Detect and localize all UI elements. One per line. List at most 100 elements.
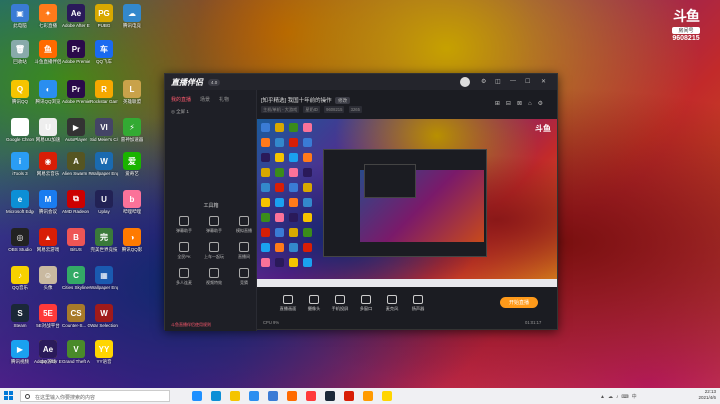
tab-my-live[interactable]: 我的直播	[171, 96, 191, 103]
desktop-icon[interactable]: U 网易UU加速	[34, 118, 62, 142]
tab-gift[interactable]: 礼物	[219, 96, 229, 103]
header-icons[interactable]: ⊞⊟⊠⌂⚙	[495, 100, 549, 107]
taskbar-app-icon[interactable]	[249, 391, 259, 401]
rules-link[interactable]: 斗鱼直播伴侣使用规则	[171, 322, 211, 328]
scene-row[interactable]: ◎ 全屏 1	[165, 103, 256, 121]
desktop-icon[interactable]: 车 QQ飞车	[90, 40, 118, 64]
desktop-icon[interactable]: b 哔哩哔哩	[118, 190, 146, 214]
desktop-icon[interactable]: ⧉AMD Radeon Software	[62, 190, 90, 214]
desktop-icon[interactable]: 爱爱奇艺	[118, 152, 146, 176]
desktop-icon[interactable]: e Microsoft Edge	[6, 190, 34, 214]
taskbar-app-icon[interactable]	[192, 391, 202, 401]
taskbar-search-input[interactable]: 在这里输入你要搜索的内容	[20, 390, 170, 402]
desktop-icon-label: OBS Studio	[8, 247, 32, 252]
taskbar-app-icon[interactable]	[268, 391, 278, 401]
stream-preview[interactable]: 斗鱼	[257, 119, 557, 287]
desktop-icon[interactable]: ◐ 腾讯QQ浏览	[34, 80, 62, 104]
desktop-icon[interactable]: C Cities Skylines	[62, 266, 90, 290]
tab-scene[interactable]: 场景	[200, 96, 210, 103]
maximize-icon[interactable]: ☐	[525, 78, 530, 85]
taskbar-app-icon[interactable]	[211, 391, 221, 401]
desktop-icon[interactable]: VGrand Theft Auto V	[62, 340, 90, 364]
desktop-icon[interactable]: S Steam	[6, 304, 34, 328]
tool-item[interactable]: 多人连麦	[171, 268, 197, 286]
start-live-button[interactable]: 开始直播	[500, 297, 538, 308]
desktop-icon[interactable]: PrAdobe Premie...	[62, 80, 90, 104]
app-icon: ⚡	[123, 118, 141, 136]
tool-item[interactable]: 直播间	[231, 242, 257, 260]
desktop-icon[interactable]: ◎ OBS Studio	[6, 228, 34, 252]
control-label: 摄像头	[307, 306, 321, 311]
settings-icon[interactable]: ⚙	[481, 78, 486, 85]
desktop-icon[interactable]: ◉ 网易云音乐	[34, 152, 62, 176]
desktop-icon[interactable]: ▲ 网易云游戏	[34, 228, 62, 252]
desktop-icon[interactable]: ✦ 七彩直播	[34, 4, 62, 28]
taskbar-app-icon[interactable]	[325, 391, 335, 401]
desktop-icon[interactable]: ♪ QQ音乐	[6, 266, 34, 290]
desktop-icon[interactable]: RRockstar Games	[90, 80, 118, 104]
desktop-icon[interactable]: ⚡ 雷神加速器	[118, 118, 146, 142]
avatar[interactable]	[460, 77, 470, 87]
tool-item[interactable]: 弹幕助手	[201, 216, 227, 234]
desktop-icon[interactable]: CSCounter-S... Global Off...	[62, 304, 90, 328]
tool-item[interactable]: 上车一起玩	[201, 242, 227, 260]
tool-item[interactable]: 全民PK	[171, 242, 197, 260]
desktop-icon[interactable]: PG PUBG	[90, 4, 118, 28]
stream-title[interactable]: [知乎精选] 我国十年前的操作	[261, 98, 332, 104]
desktop-icon[interactable]: 🗑 回收站	[6, 40, 34, 64]
desktop-icon[interactable]: VISid Meier's Civilization	[90, 118, 118, 142]
clock[interactable]: 22:13 2021/4/6	[698, 389, 716, 401]
desktop-icon[interactable]: AAlien Swarm Reactive D...	[62, 152, 90, 176]
taskbar-app-icon[interactable]	[230, 391, 240, 401]
desktop-icon[interactable]: ▶ AutoPlayer	[62, 118, 90, 142]
taskbar-app-icon[interactable]	[306, 391, 316, 401]
preview-app-icon	[303, 213, 312, 222]
desktop-icon[interactable]: AeAdobe After Effects 2020	[62, 4, 90, 28]
desktop-icon[interactable]: ◉Google Chrome	[6, 118, 34, 142]
taskbar-app-icon[interactable]	[287, 391, 297, 401]
windows-start-icon[interactable]	[4, 391, 14, 401]
app-icon: e	[11, 190, 29, 208]
desktop-icon[interactable]: W War Selection	[90, 304, 118, 328]
desktop-icon[interactable]: U Uplay	[90, 190, 118, 214]
taskbar-app-icon[interactable]	[382, 391, 392, 401]
desktop-icon[interactable]: AeAdobe After Effects 2019	[34, 340, 62, 364]
taskbar-app-icon[interactable]	[344, 391, 354, 401]
control-button[interactable]: 直播画面	[277, 295, 299, 312]
desktop-icon[interactable]: PrAdobe Premie...	[62, 40, 90, 64]
control-button[interactable]: 摄像头	[303, 295, 325, 312]
edit-title-button[interactable]: 修改	[335, 97, 351, 104]
close-icon[interactable]: ✕	[541, 78, 546, 85]
desktop-icon[interactable]: ◑ 腾讯QQ影	[118, 228, 146, 252]
desktop-icon[interactable]: ▦Wallpaper Engine	[90, 266, 118, 290]
desktop-icon[interactable]: 完完美世界竞技	[90, 228, 118, 252]
desktop-icon[interactable]: i iTools 3	[6, 152, 34, 176]
control-button[interactable]: 手机投屏	[329, 295, 351, 312]
window-titlebar[interactable]: 直播伴侣 4.0 ⚙ ◫ — ☐ ✕	[165, 74, 557, 90]
tray-icons[interactable]: ▲☁♪⌨中	[600, 393, 640, 400]
desktop-icon[interactable]: ☁ 腾讯电竞	[118, 4, 146, 28]
desktop-icon[interactable]: M 腾讯会议	[34, 190, 62, 214]
minimize-icon[interactable]: —	[510, 78, 516, 84]
desktop-icon[interactable]: L 英雄联盟	[118, 80, 146, 104]
control-button[interactable]: 麦克风	[381, 295, 403, 312]
meta-category[interactable]: 主机/单机 - 大游戏	[261, 106, 300, 113]
skin-icon[interactable]: ◫	[495, 78, 501, 85]
desktop-icon[interactable]: WWallpaper Engine	[90, 152, 118, 176]
tool-item[interactable]: 弹幕助手	[171, 216, 197, 234]
desktop-icon[interactable]: ☺ 头像	[34, 266, 62, 290]
tool-item[interactable]: 竞猜	[231, 268, 257, 286]
control-button[interactable]: 扬声器	[407, 295, 429, 312]
control-button[interactable]: 多窗口	[355, 295, 377, 312]
desktop-icon-label: 七彩直播	[39, 23, 57, 28]
tool-item[interactable]: 模拟直播	[231, 216, 257, 234]
taskbar-app-icon[interactable]	[363, 391, 373, 401]
desktop-icon[interactable]: ▣ 此电脑	[6, 4, 34, 28]
desktop-icon[interactable]: YY YY语音	[90, 340, 118, 364]
desktop-icon[interactable]: B BitUS	[62, 228, 90, 252]
desktop-icon[interactable]: Q 腾讯QQ	[6, 80, 34, 104]
desktop-icon[interactable]: 5E 5E对战平台	[34, 304, 62, 328]
desktop-icon[interactable]: ▶ 腾讯视频	[6, 340, 34, 364]
desktop-icon[interactable]: 鱼斗鱼直播伴侣	[34, 40, 62, 64]
tool-item[interactable]: 视频特效	[201, 268, 227, 286]
